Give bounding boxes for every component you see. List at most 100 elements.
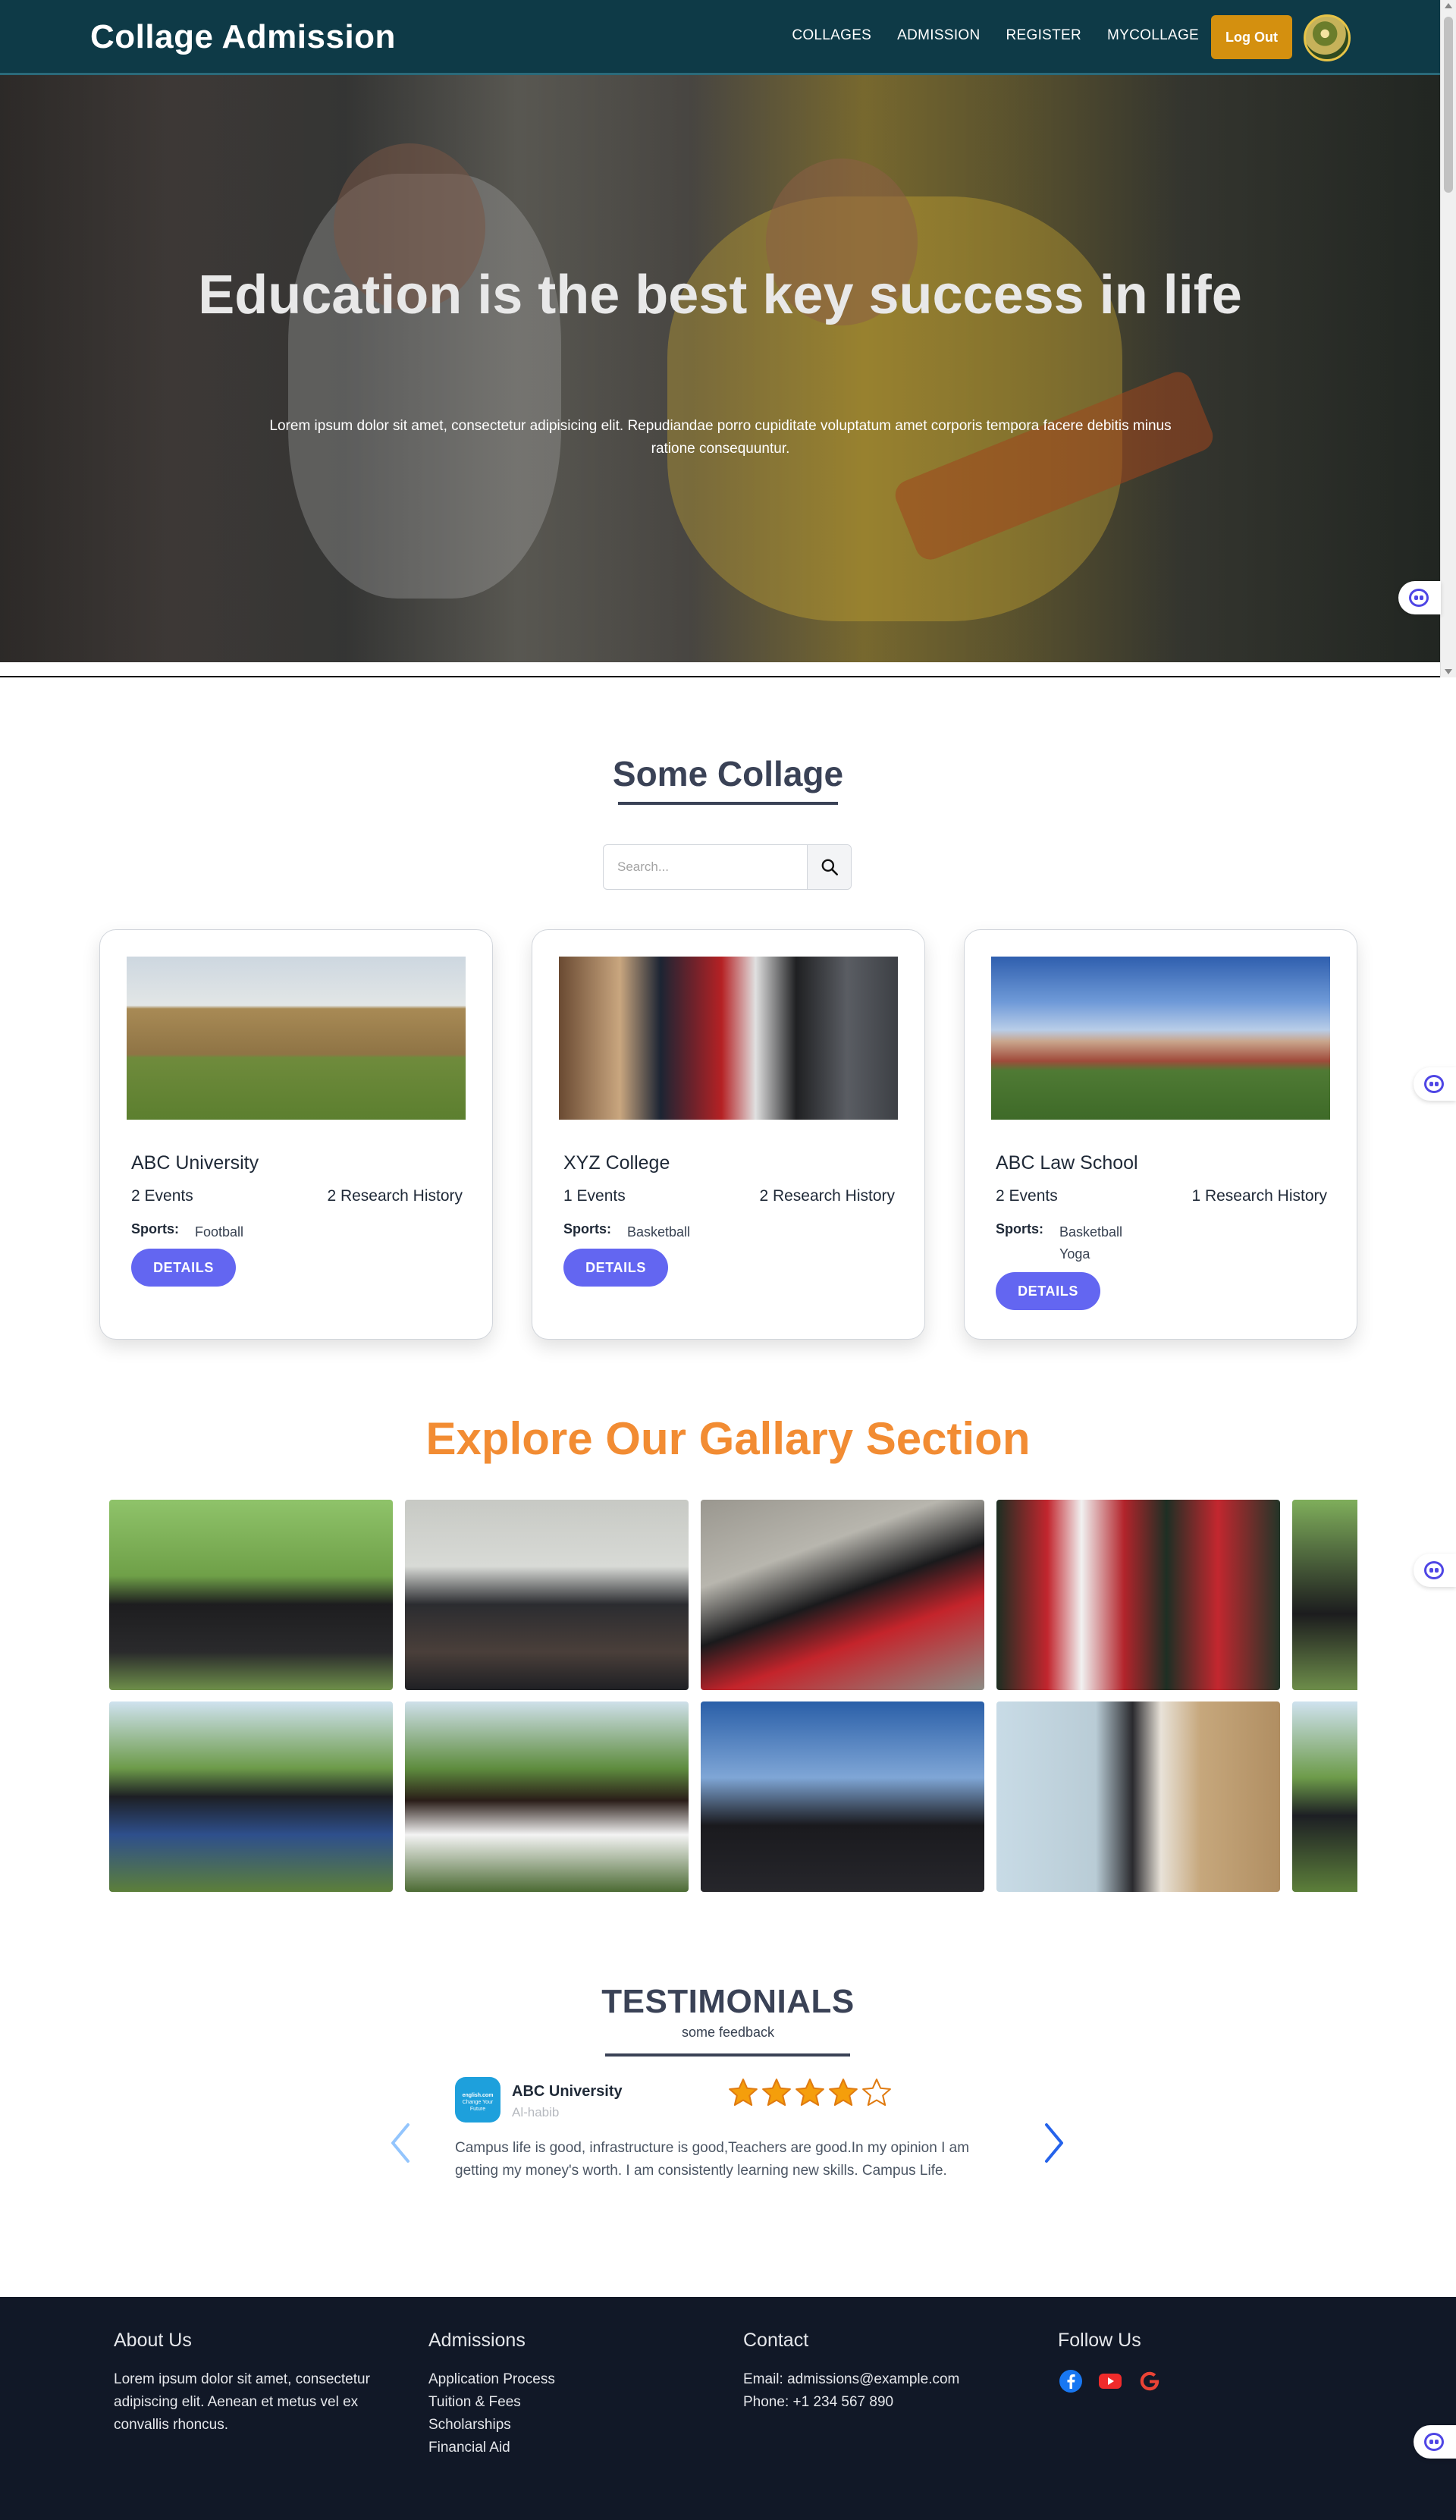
gallery-image[interactable] — [701, 1500, 984, 1690]
scroll-thumb[interactable] — [1444, 17, 1453, 193]
college-research: 2 Research History — [759, 1187, 895, 1205]
prev-arrow-icon[interactable] — [385, 2120, 416, 2166]
testimonial-text: Campus life is good, infrastructure is g… — [455, 2140, 970, 2179]
footer-link-scholarships[interactable]: Scholarships — [428, 2414, 717, 2437]
gallery-image[interactable] — [109, 1500, 393, 1690]
next-arrow-icon[interactable] — [1039, 2120, 1069, 2166]
college-image — [559, 957, 898, 1120]
details-button[interactable]: DETAILS — [563, 1249, 668, 1287]
title-underline — [618, 802, 838, 805]
sport-item: Basketball — [627, 1224, 691, 1240]
college-name: ABC University — [131, 1152, 259, 1174]
footer-about-text: Lorem ipsum dolor sit amet, consectetur … — [114, 2371, 370, 2433]
college-image — [127, 957, 466, 1120]
testimonial-author: Al-habib — [512, 2105, 560, 2119]
brand-logo[interactable]: Collage Admission — [90, 18, 396, 56]
chat-widget-button[interactable] — [1398, 581, 1441, 614]
hero-subtitle: Lorem ipsum dolor sit amet, consectetur … — [269, 418, 1172, 457]
footer-link-tuition[interactable]: Tuition & Fees — [428, 2391, 717, 2414]
testimonials-subtitle: some feedback — [681, 2025, 775, 2040]
chat-bot-icon — [1409, 589, 1429, 607]
testimonials-title: TESTIMONIALS — [601, 1983, 855, 2020]
footer-phone: Phone: +1 234 567 890 — [743, 2394, 894, 2410]
search-icon — [821, 859, 838, 876]
star-filled-icon — [829, 2079, 858, 2107]
college-name: XYZ College — [563, 1152, 670, 1174]
nav-link-mycollage[interactable]: MYCOLLAGE — [1107, 27, 1199, 44]
footer-admissions: Admissions Application Process Tuition &… — [428, 2330, 717, 2459]
star-filled-icon — [729, 2079, 758, 2107]
hero-banner: Education is the best key success in lif… — [0, 75, 1440, 662]
logo-subtext: Change Your Future — [462, 2100, 494, 2112]
gallery-grid — [109, 1500, 1357, 1892]
hero-divider — [0, 662, 1440, 677]
college-events: 2 Events — [131, 1187, 193, 1205]
footer-heading: Contact — [743, 2330, 809, 2351]
chat-bot-icon — [1424, 1075, 1444, 1093]
star-filled-icon — [795, 2079, 824, 2107]
navbar: Collage Admission COLLAGES ADMISSION REG… — [0, 0, 1440, 75]
sport-item: Yoga — [1059, 1246, 1090, 1262]
college-research: 2 Research History — [327, 1187, 463, 1205]
scrollbar[interactable] — [1440, 0, 1456, 677]
colleges-section-title: Some Collage — [612, 754, 844, 793]
gallery-image[interactable] — [405, 1500, 689, 1690]
college-events: 1 Events — [563, 1187, 626, 1205]
chat-widget-button[interactable] — [1414, 1554, 1456, 1587]
footer-link-financial-aid[interactable]: Financial Aid — [428, 2437, 717, 2459]
gallery-image[interactable] — [996, 1701, 1280, 1892]
college-image — [991, 957, 1330, 1120]
scroll-up-icon[interactable] — [1445, 3, 1452, 8]
social-links — [1058, 2368, 1346, 2394]
college-card: ABC Law School 2 Events 1 Research Histo… — [964, 929, 1357, 1340]
title-underline — [605, 2053, 850, 2057]
youtube-icon[interactable] — [1097, 2368, 1123, 2394]
nav-link-admission[interactable]: ADMISSION — [897, 27, 980, 44]
logo-text: english.com — [462, 2093, 494, 2098]
star-filled-icon — [762, 2079, 791, 2107]
gallery-image[interactable] — [701, 1701, 984, 1892]
footer-contact: Contact Email: admissions@example.com Ph… — [743, 2330, 1031, 2414]
footer-about: About Us Lorem ipsum dolor sit amet, con… — [114, 2330, 402, 2437]
logout-button[interactable]: Log Out — [1211, 15, 1292, 59]
user-avatar[interactable] — [1304, 14, 1351, 61]
testimonial-university: ABC University — [512, 2083, 623, 2100]
sport-item: Basketball — [1059, 1224, 1123, 1240]
chat-bot-icon — [1424, 1561, 1444, 1579]
chat-widget-button[interactable] — [1414, 2425, 1456, 2459]
college-name: ABC Law School — [996, 1152, 1138, 1174]
chat-widget-button[interactable] — [1414, 1067, 1456, 1101]
college-card: ABC University 2 Events 2 Research Histo… — [99, 929, 493, 1340]
gallery-image[interactable] — [1292, 1701, 1357, 1892]
nav-link-collages[interactable]: COLLAGES — [792, 27, 871, 44]
footer-heading: Follow Us — [1058, 2330, 1141, 2351]
college-research: 1 Research History — [1191, 1187, 1327, 1205]
sports-label: Sports: — [996, 1221, 1043, 1236]
scroll-down-icon[interactable] — [1445, 669, 1452, 674]
footer-link-application[interactable]: Application Process — [428, 2368, 717, 2391]
nav-links: COLLAGES ADMISSION REGISTER MYCOLLAGE — [792, 27, 1199, 44]
college-events: 2 Events — [996, 1187, 1058, 1205]
gallery-image[interactable] — [405, 1701, 689, 1892]
google-icon[interactable] — [1137, 2368, 1163, 2394]
details-button[interactable]: DETAILS — [996, 1272, 1100, 1310]
sports-list: Basketball Yoga — [1059, 1221, 1122, 1265]
gallery-image[interactable] — [1292, 1500, 1357, 1690]
search-input[interactable] — [604, 845, 807, 889]
gallery-image[interactable] — [996, 1500, 1280, 1690]
search-button[interactable] — [807, 845, 851, 889]
college-card: XYZ College 1 Events 2 Research History … — [532, 929, 925, 1340]
gallery-title: Explore Our Gallary Section — [425, 1413, 1031, 1464]
star-empty-icon — [862, 2079, 891, 2107]
university-logo: english.com Change Your Future — [455, 2077, 500, 2123]
sports-label: Sports: — [563, 1221, 611, 1236]
star-rating — [727, 2077, 893, 2107]
gallery-image[interactable] — [109, 1701, 393, 1892]
sports-list: Basketball — [627, 1221, 690, 1243]
details-button[interactable]: DETAILS — [131, 1249, 236, 1287]
footer-heading: About Us — [114, 2330, 192, 2351]
footer-email[interactable]: Email: admissions@example.com — [743, 2368, 1031, 2391]
sports-list: Football — [195, 1221, 243, 1243]
nav-link-register[interactable]: REGISTER — [1006, 27, 1082, 44]
facebook-icon[interactable] — [1058, 2368, 1084, 2394]
